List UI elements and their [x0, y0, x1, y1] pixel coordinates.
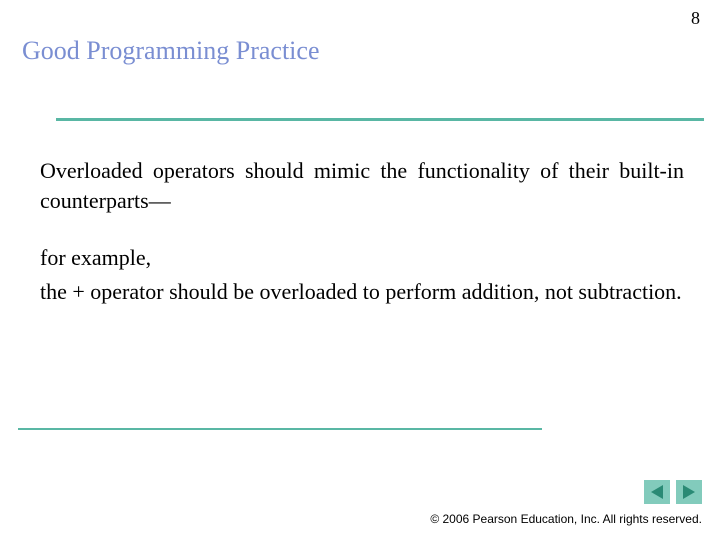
- triangle-left-icon: [651, 485, 663, 499]
- paragraph-3: the + operator should be overloaded to p…: [40, 277, 684, 307]
- paragraph-1: Overloaded operators should mimic the fu…: [40, 156, 684, 215]
- prev-button[interactable]: [644, 480, 670, 504]
- copyright: © 2006 Pearson Education, Inc. All right…: [430, 512, 702, 526]
- page-number: 8: [691, 8, 700, 29]
- divider-bottom: [18, 428, 542, 430]
- slide-title: Good Programming Practice: [22, 36, 320, 66]
- paragraph-2: for example,: [40, 243, 684, 273]
- triangle-right-icon: [683, 485, 695, 499]
- body-text: Overloaded operators should mimic the fu…: [40, 156, 684, 307]
- divider-top: [56, 118, 704, 121]
- nav-buttons: [644, 480, 702, 504]
- next-button[interactable]: [676, 480, 702, 504]
